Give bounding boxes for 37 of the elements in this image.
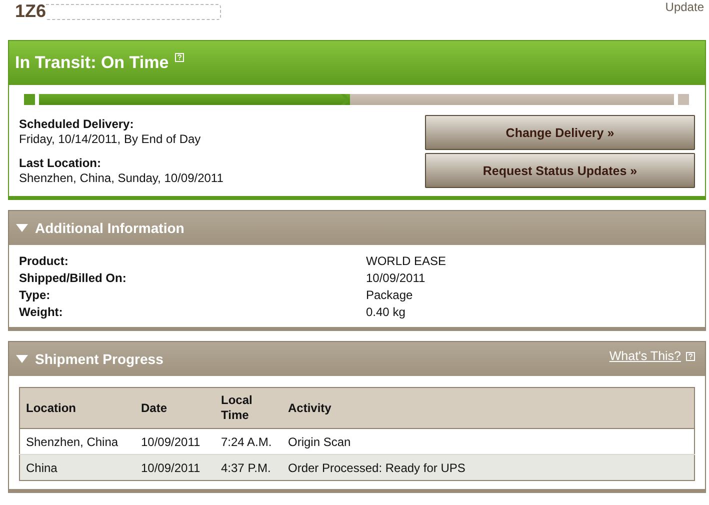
column-header: Activity — [282, 388, 694, 428]
action-button[interactable]: Change Delivery » — [425, 115, 695, 150]
table-cell: 10/09/2011 — [135, 454, 215, 480]
info-label: Weight: — [19, 304, 64, 321]
info-label: Product: — [19, 253, 70, 270]
column-header: Date — [135, 388, 215, 428]
help-icon[interactable] — [174, 53, 184, 62]
section-title: Shipment Progress — [35, 351, 164, 367]
table-cell: Order Processed: Ready for UPS — [282, 454, 694, 480]
table-cell: 10/09/2011 — [135, 428, 215, 454]
section-title: Additional Information — [35, 220, 184, 236]
table-cell: 7:24 A.M. — [215, 428, 282, 454]
collapse-triangle-icon[interactable] — [16, 224, 28, 232]
help-icon[interactable] — [686, 352, 695, 360]
table-cell: China — [20, 454, 135, 480]
action-button[interactable]: Request Status Updates » — [425, 153, 695, 188]
info-label: Shipped/Billed On: — [19, 270, 128, 287]
info-value: 0.40 kg — [366, 304, 406, 321]
progress-end-segment — [678, 94, 689, 104]
info-label: Type: — [19, 287, 52, 304]
info-value: Package — [366, 287, 414, 304]
tracking-number: 1Z6 — [15, 2, 46, 20]
detail-value: Shenzhen, China, Sunday, 10/09/2011 — [19, 170, 224, 186]
status-title: In Transit: On Time — [15, 53, 169, 73]
detail-label: Last Location: — [19, 156, 102, 170]
progress-start-segment — [24, 94, 35, 104]
collapse-triangle-icon[interactable] — [16, 355, 28, 363]
detail-label: Scheduled Delivery: — [19, 117, 135, 131]
updated-label: Update — [665, 0, 704, 16]
info-value: 10/09/2011 — [366, 270, 426, 287]
table-cell: Origin Scan — [282, 428, 694, 454]
info-value: WORLD EASE — [366, 253, 448, 270]
table-cell: 4:37 P.M. — [215, 454, 282, 480]
column-header: Local Time — [215, 388, 282, 428]
column-header: Location — [20, 388, 135, 428]
detail-value: Friday, 10/14/2011, By End of Day — [19, 131, 202, 147]
table-cell: Shenzhen, China — [20, 428, 135, 454]
